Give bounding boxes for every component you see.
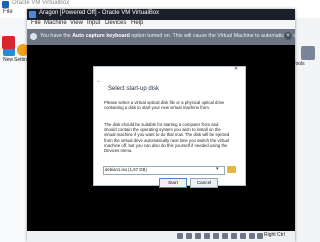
- usb-icon[interactable]: [213, 233, 219, 239]
- dialog-title: Select start-up disk: [108, 86, 160, 92]
- chevron-down-icon[interactable]: ▾: [216, 166, 219, 172]
- vm-menubar: [27, 20, 295, 29]
- notification-text-bold: Auto capture keyboard: [72, 33, 130, 39]
- folder-icon[interactable]: [227, 166, 236, 173]
- video-capture-icon[interactable]: [240, 233, 246, 239]
- disk-select-value[interactable]: debian1.iso (1,67 GB): [105, 167, 147, 172]
- background-menu-file[interactable]: File: [3, 9, 13, 15]
- menu-input[interactable]: Input: [87, 20, 100, 26]
- start-button[interactable]: Start: [159, 178, 187, 188]
- mouse-integration-icon[interactable]: [257, 233, 263, 239]
- global-tools-icon[interactable]: [301, 46, 315, 60]
- vm-title-icon: [29, 11, 36, 18]
- vm-list-panel: [0, 62, 28, 242]
- host-key-label: Right Ctrl: [264, 232, 285, 238]
- menu-help[interactable]: Help: [131, 20, 143, 26]
- display-icon[interactable]: [231, 233, 237, 239]
- network-icon[interactable]: [204, 233, 210, 239]
- dialog-close-icon[interactable]: ✕: [229, 66, 243, 72]
- vm-list-item-icon[interactable]: [2, 36, 15, 49]
- menu-file[interactable]: File: [31, 20, 41, 26]
- cpu-icon[interactable]: [249, 233, 255, 239]
- virtualbox-app-icon: [2, 1, 9, 8]
- hard-disk-icon[interactable]: [177, 233, 183, 239]
- notification-text: You have the Auto capture keyboard optio…: [40, 33, 311, 39]
- dialog-details: The disk should be suitable for starting…: [104, 122, 230, 154]
- background-window-title: Oracle VM VirtualBox: [12, 0, 70, 6]
- optical-drive-icon[interactable]: [186, 233, 192, 239]
- close-icon[interactable]: ×: [284, 32, 292, 40]
- notification-text-prefix: You have the: [40, 33, 73, 39]
- menu-devices[interactable]: Devices: [105, 20, 126, 26]
- dialog-instructions: Please select a virtual optical disk fil…: [104, 100, 225, 111]
- audio-icon[interactable]: [195, 233, 201, 239]
- info-icon: [30, 33, 37, 40]
- menu-view[interactable]: View: [70, 20, 83, 26]
- menu-machine[interactable]: Machine: [44, 20, 67, 26]
- shared-folder-icon[interactable]: [222, 233, 228, 239]
- cancel-button[interactable]: Cancel: [190, 178, 218, 188]
- back-arrow-icon[interactable]: ←: [96, 78, 102, 84]
- vm-window-title: Aragon [Powered Off] - Oracle VM Virtual…: [39, 10, 160, 16]
